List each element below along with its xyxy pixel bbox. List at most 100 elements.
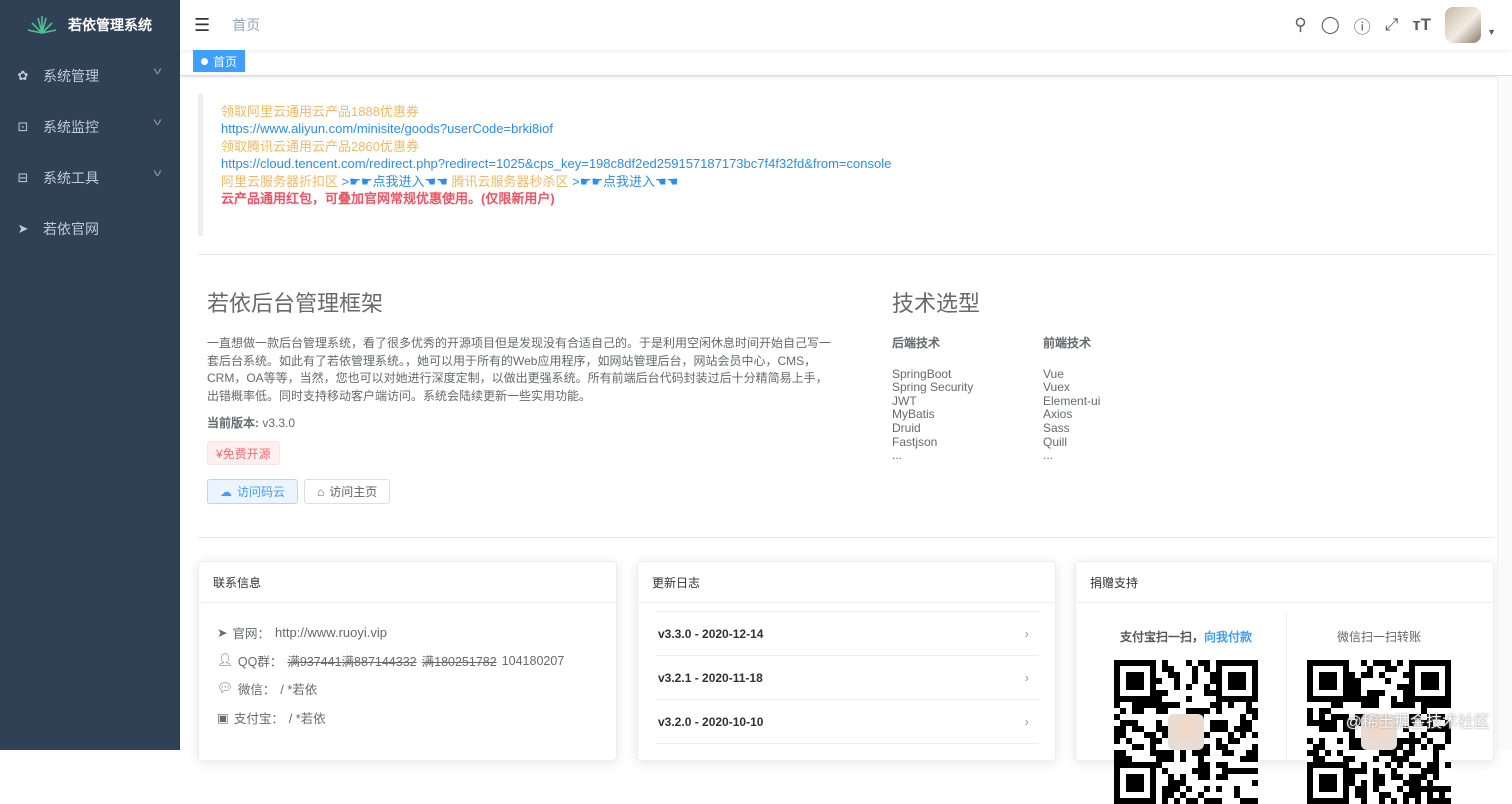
promo-link[interactable]: https://cloud.tencent.com/redirect.php?r… <box>221 155 1498 172</box>
frontend-item: Vuex <box>1043 380 1070 395</box>
backend-item: Fastjson <box>892 434 938 449</box>
sidebar-item-label: 系统工具 <box>43 169 99 186</box>
search-icon[interactable]: ⚲ <box>1294 15 1306 35</box>
chevron-right-icon: › <box>1024 670 1029 685</box>
frontend-item: Axios <box>1043 407 1073 422</box>
card-title: 联系信息 <box>199 562 616 603</box>
gear-icon: ✿ <box>17 67 29 83</box>
promo-text: 领取腾讯云通用云产品2860优惠券 <box>221 138 419 154</box>
promo-link[interactable]: >☛☛点我进入☚☚ <box>572 174 678 189</box>
promo-notice: 领取阿里云通用云产品1888优惠券 https://www.aliyun.com… <box>198 94 1498 236</box>
promo-link[interactable]: https://www.aliyun.com/minisite/goods?us… <box>221 120 1498 137</box>
changelog-item[interactable]: v3.3.0 - 2020-12-14 › <box>656 612 1039 656</box>
chat-icon: 💬︎ <box>217 681 233 695</box>
changelog-item[interactable]: v3.2.0 - 2020-10-10 › <box>656 700 1039 744</box>
main: ☰ 首页 ⚲ ◯ ⓘ ⤢ тT ▼ 首页 领取阿里云通用云产品1888优惠券 h… <box>180 0 1512 804</box>
promo-text: 阿里云服务器折扣区 <box>221 173 339 189</box>
tags-view: 首页 <box>180 50 1512 76</box>
frontend-item: Vue <box>1043 366 1064 381</box>
caret-down-icon[interactable]: ▼ <box>1487 27 1496 37</box>
github-icon[interactable]: ◯ <box>1321 15 1340 35</box>
fullscreen-icon[interactable]: ⤢ <box>1385 15 1399 35</box>
watermark: @稀土掘金技术社区 <box>1345 714 1490 731</box>
intro-description: 一直想做一款后台管理系统，看了很多优秀的开源项目但是发现没有合适自己的。于是利用… <box>207 336 832 403</box>
site-link[interactable]: http://www.ruoyi.vip <box>275 625 387 640</box>
version-value: v3.3.0 <box>262 416 296 430</box>
backend-item: JWT <box>892 393 917 408</box>
backend-item: Spring Security <box>892 380 974 395</box>
avatar[interactable] <box>1445 7 1482 43</box>
user-icon: 👤︎ <box>217 653 233 667</box>
backend-item: ... <box>892 448 903 463</box>
alipay-qr-code <box>1114 660 1258 804</box>
contact-card: 联系信息 ➤ 官网： http://www.ruoyi.vip 👤︎ QQ群： 满937… <box>198 561 617 761</box>
backend-item: Druid <box>892 420 921 435</box>
breadcrumb[interactable]: 首页 <box>232 15 260 35</box>
sidebar-item-monitor[interactable]: ⊡ 系统监控 v <box>0 101 180 152</box>
font-size-icon[interactable]: тT <box>1412 15 1431 35</box>
hamburger-icon[interactable]: ☰ <box>194 15 210 36</box>
promo-link[interactable]: >☛☛点我进入☚☚ <box>342 174 448 189</box>
button-label: 访问主页 <box>329 485 378 499</box>
alipay-value: / *若依 <box>288 712 326 726</box>
avatar-image <box>1168 714 1204 750</box>
qq-number: 104180207 <box>501 653 565 668</box>
frontend-item: ... <box>1043 448 1054 463</box>
alipay-icon: ▣ <box>217 711 229 725</box>
card-title: 捐赠支持 <box>1076 562 1493 603</box>
cloud-icon: ☁ <box>220 484 232 499</box>
frontend-item: Quill <box>1043 434 1068 449</box>
sidebar-item-system[interactable]: ✿ 系统管理 v <box>0 50 180 101</box>
tag-home[interactable]: 首页 <box>193 50 246 72</box>
promo-text: 腾讯云服务器秒杀区 <box>451 173 569 189</box>
chevron-right-icon: › <box>1024 714 1029 729</box>
tech-title: 技术选型 <box>892 291 981 316</box>
backend-item: MyBatis <box>892 407 935 422</box>
scrollbar[interactable] <box>1497 76 1512 750</box>
visit-home-button[interactable]: ⌂ 访问主页 <box>304 479 391 504</box>
sidebar-item-label: 系统管理 <box>43 67 99 84</box>
divider <box>198 254 1494 255</box>
qq-label: QQ群： <box>237 655 283 669</box>
wechat-caption: 微信扫一扫转账 <box>1336 630 1421 644</box>
chevron-down-icon: v <box>153 117 162 128</box>
changelog-item[interactable]: v3.2.1 - 2020-11-18 › <box>656 656 1039 700</box>
question-icon[interactable]: ⓘ <box>1354 13 1371 38</box>
send-icon: ➤ <box>17 220 29 236</box>
send-icon: ➤ <box>217 626 228 640</box>
navbar: ☰ 首页 ⚲ ◯ ⓘ ⤢ тT ▼ <box>180 0 1512 50</box>
alipay-label: 支付宝： <box>233 712 284 726</box>
button-label: 访问码云 <box>237 485 286 499</box>
home-icon: ⌂ <box>317 484 325 499</box>
qq-full: 满887144332 <box>341 655 417 669</box>
frontend-item: Element-ui <box>1043 393 1101 408</box>
chevron-down-icon: v <box>153 66 162 77</box>
changelog-label: v3.2.1 - 2020-11-18 <box>658 670 763 685</box>
changelog-label: v3.2.0 - 2020-10-10 <box>658 714 764 729</box>
backend-item: SpringBoot <box>892 366 952 381</box>
visit-gitee-button[interactable]: ☁ 访问码云 <box>207 479 299 504</box>
sidebar-item-tools[interactable]: ⊟ 系统工具 v <box>0 152 180 203</box>
promo-warning: 云产品通用红包，可叠加官网常规优惠使用。(仅限新用户) <box>221 191 555 207</box>
chevron-down-icon: v <box>153 168 162 179</box>
wechat-label: 微信： <box>237 683 276 697</box>
toolbox-icon: ⊟ <box>17 169 29 185</box>
logo[interactable]: 若依管理系统 <box>0 0 180 50</box>
changelog-label: v3.3.0 - 2020-12-14 <box>658 626 764 641</box>
tag-label: 首页 <box>213 54 238 69</box>
frontend-list: 前端技术 Vue Vuex Element-ui Axios Sass Quill... <box>1043 336 1101 463</box>
qq-full: 满180251782 <box>421 655 497 669</box>
wechat-value: / *若依 <box>280 683 318 697</box>
frontend-title: 前端技术 <box>1043 336 1092 350</box>
frontend-item: Sass <box>1043 420 1070 435</box>
divider <box>198 537 1494 538</box>
sidebar-item-website[interactable]: ➤ 若依官网 <box>0 203 180 254</box>
sidebar-item-label: 系统监控 <box>43 118 99 135</box>
alipay-caption-link: 向我付款 <box>1204 630 1253 644</box>
alipay-caption: 支付宝扫一扫， <box>1119 630 1204 644</box>
dot-icon <box>201 57 208 65</box>
free-badge: ¥免费开源 <box>207 441 280 465</box>
intro-title: 若依后台管理框架 <box>207 291 384 316</box>
sidebar: 若依管理系统 ✿ 系统管理 v ⊡ 系统监控 v ⊟ 系统工具 v ➤ 若依官网 <box>0 0 180 750</box>
monitor-icon: ⊡ <box>17 118 29 134</box>
